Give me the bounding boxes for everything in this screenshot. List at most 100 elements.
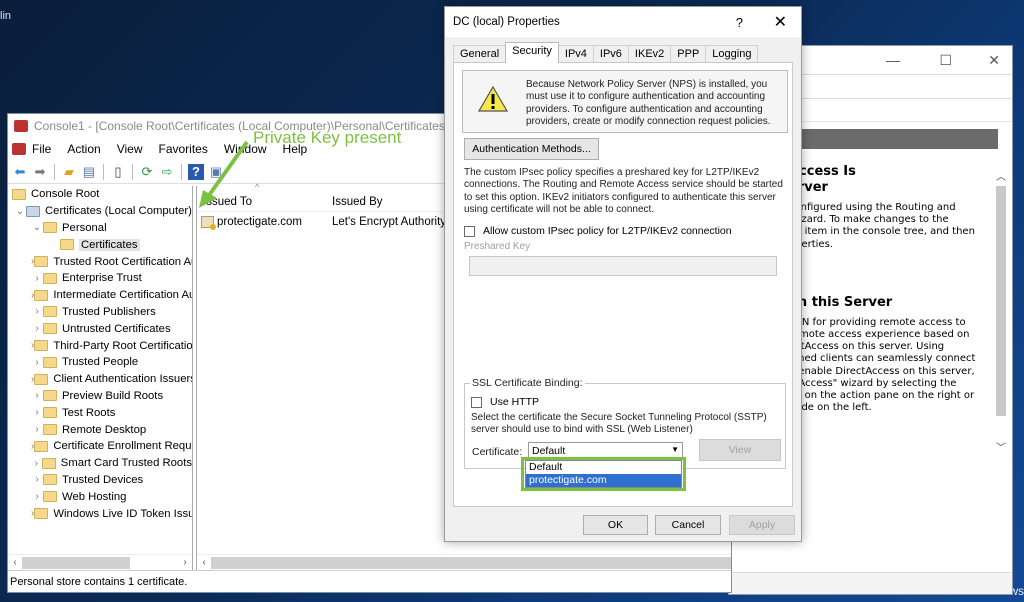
tree-node-console-root[interactable]: Console Root	[8, 186, 192, 203]
refresh-icon[interactable]: ⟳	[139, 164, 155, 180]
up-folder-icon[interactable]: ▰	[61, 164, 77, 180]
back-icon[interactable]: ⬅	[12, 164, 28, 180]
folder-icon	[34, 256, 49, 268]
authentication-methods-button[interactable]: Authentication Methods...	[464, 138, 599, 160]
tree-node-folder[interactable]: › Enterprise Trust	[8, 270, 192, 287]
apply-button[interactable]: Apply	[729, 515, 795, 535]
mmc-system-menu-icon[interactable]	[12, 143, 26, 155]
ipsec-policy-checkbox[interactable]	[464, 225, 475, 237]
tab-general[interactable]: General	[453, 45, 507, 63]
chevron-right-icon[interactable]: ›	[31, 323, 43, 334]
certificate-dropdown-list: Default protectigate.com	[525, 460, 682, 488]
folder-icon	[41, 457, 56, 469]
tree-node-certificates[interactable]: Certificates	[8, 236, 192, 253]
folder-icon	[34, 289, 49, 301]
tree-node-folder[interactable]: › Client Authentication Issuers	[8, 371, 192, 388]
dropdown-option-default[interactable]: Default	[526, 461, 681, 474]
forward-icon[interactable]: ➡	[32, 164, 48, 180]
chevron-right-icon[interactable]: ›	[31, 357, 43, 368]
preshared-key-input[interactable]	[469, 256, 777, 276]
dropdown-arrow-icon[interactable]: ▼	[671, 445, 679, 454]
tab-ipv6[interactable]: IPv6	[592, 45, 629, 63]
scroll-left-icon[interactable]: ‹	[197, 557, 211, 568]
maximize-icon[interactable]: ☐	[939, 52, 952, 69]
tab-ipv4[interactable]: IPv4	[557, 45, 594, 63]
warning-text: Because Network Policy Server (NPS) is i…	[526, 79, 771, 127]
show-hide-tree-icon[interactable]: ▤	[81, 164, 97, 180]
tree-node-personal[interactable]: ⌄ Personal	[8, 220, 192, 237]
preshared-key-label: Preshared Key	[464, 241, 531, 252]
close-icon[interactable]: ✕	[988, 52, 1000, 69]
menu-file[interactable]: File	[32, 142, 51, 156]
folder-icon	[43, 474, 57, 486]
chevron-right-icon[interactable]: ›	[31, 458, 42, 469]
tree-node-folder[interactable]: › Trusted People	[8, 354, 192, 371]
tree-node-folder[interactable]: ›Third-Party Root Certification Authorit…	[8, 337, 192, 354]
chevron-right-icon[interactable]: ›	[31, 474, 43, 485]
folder-icon	[43, 390, 57, 402]
folder-icon	[43, 306, 57, 318]
chevron-right-icon[interactable]: ›	[31, 407, 43, 418]
chevron-right-icon[interactable]: ›	[31, 390, 43, 401]
scroll-right-icon[interactable]: ›	[178, 557, 192, 568]
scroll-thumb[interactable]	[211, 556, 731, 569]
tree-node-certificates-local[interactable]: ⌄ Certificates (Local Computer)	[8, 203, 192, 220]
desktop-label: lin	[0, 10, 12, 22]
column-issued-by[interactable]: Issued By	[332, 196, 383, 208]
scroll-down-icon[interactable]: ﹀	[994, 439, 1008, 454]
tab-logging[interactable]: Logging	[705, 45, 759, 63]
export-list-icon[interactable]: ⇨	[159, 164, 175, 180]
ok-button[interactable]: OK	[583, 515, 648, 535]
rras-statusbar	[729, 572, 1012, 594]
rras-heading-1: Access Is erver	[789, 164, 856, 195]
tab-ppp[interactable]: PPP	[670, 45, 707, 63]
help-icon[interactable]: ?	[736, 15, 743, 30]
tab-security[interactable]: Security	[505, 42, 559, 63]
close-icon[interactable]: ✕	[774, 12, 787, 32]
ssl-group-legend: SSL Certificate Binding:	[470, 377, 585, 389]
folder-icon	[34, 508, 49, 520]
use-http-row: Use HTTP	[471, 396, 539, 408]
tree-node-folder[interactable]: ›Intermediate Certification Authorities	[8, 287, 192, 304]
tree-horizontal-scrollbar[interactable]: ‹ ›	[8, 554, 192, 570]
clipboard-icon[interactable]: ▯	[110, 164, 126, 180]
scroll-thumb[interactable]	[22, 556, 130, 569]
use-http-checkbox[interactable]	[471, 396, 482, 408]
chevron-right-icon[interactable]: ›	[31, 491, 43, 502]
tree-node-folder[interactable]: › Untrusted Certificates	[8, 320, 192, 337]
tab-ikev2[interactable]: IKEv2	[627, 45, 672, 63]
menu-action[interactable]: Action	[67, 142, 100, 156]
minimize-icon[interactable]: —	[886, 52, 900, 68]
dialog-title: DC (local) Properties	[453, 16, 560, 28]
tree-node-folder[interactable]: › Web Hosting	[8, 488, 192, 505]
tree-node-folder[interactable]: › Preview Build Roots	[8, 388, 192, 405]
chevron-right-icon[interactable]: ›	[31, 306, 43, 317]
list-horizontal-scrollbar[interactable]: ‹	[197, 554, 731, 570]
chevron-down-icon[interactable]: ⌄	[31, 222, 43, 233]
cancel-button[interactable]: Cancel	[655, 515, 721, 535]
tree-node-folder[interactable]: › Smart Card Trusted Roots	[8, 455, 192, 472]
computer-icon	[26, 205, 40, 217]
scroll-left-icon[interactable]: ‹	[8, 557, 22, 568]
tree-node-folder[interactable]: ›Trusted Root Certification Authorities	[8, 253, 192, 270]
chevron-down-icon[interactable]: ⌄	[14, 206, 26, 217]
dropdown-option-protectigate[interactable]: protectigate.com	[526, 474, 681, 487]
tree-node-folder[interactable]: › Trusted Publishers	[8, 304, 192, 321]
chevron-right-icon[interactable]: ›	[31, 273, 43, 284]
scroll-thumb[interactable]	[996, 186, 1006, 416]
rras-vertical-scrollbar[interactable]: ︿ ﹀	[994, 166, 1008, 456]
tree-node-folder[interactable]: › Remote Desktop	[8, 421, 192, 438]
chevron-right-icon[interactable]: ›	[31, 424, 43, 435]
folder-icon	[12, 188, 26, 200]
tree-node-folder[interactable]: › Test Roots	[8, 404, 192, 421]
tree-node-folder[interactable]: › Windows Live ID Token Issuer	[8, 505, 192, 522]
folder-icon	[43, 323, 57, 335]
menu-view[interactable]: View	[117, 142, 143, 156]
scroll-up-icon[interactable]: ︿	[994, 168, 1008, 183]
tree-node-folder[interactable]: › Trusted Devices	[8, 472, 192, 489]
dialog-titlebar: DC (local) Properties ? ✕	[445, 7, 801, 37]
view-certificate-button[interactable]: View	[699, 439, 781, 461]
folder-icon	[34, 340, 49, 352]
tree-node-folder[interactable]: ›Certificate Enrollment Requests	[8, 438, 192, 455]
folder-icon	[43, 424, 57, 436]
